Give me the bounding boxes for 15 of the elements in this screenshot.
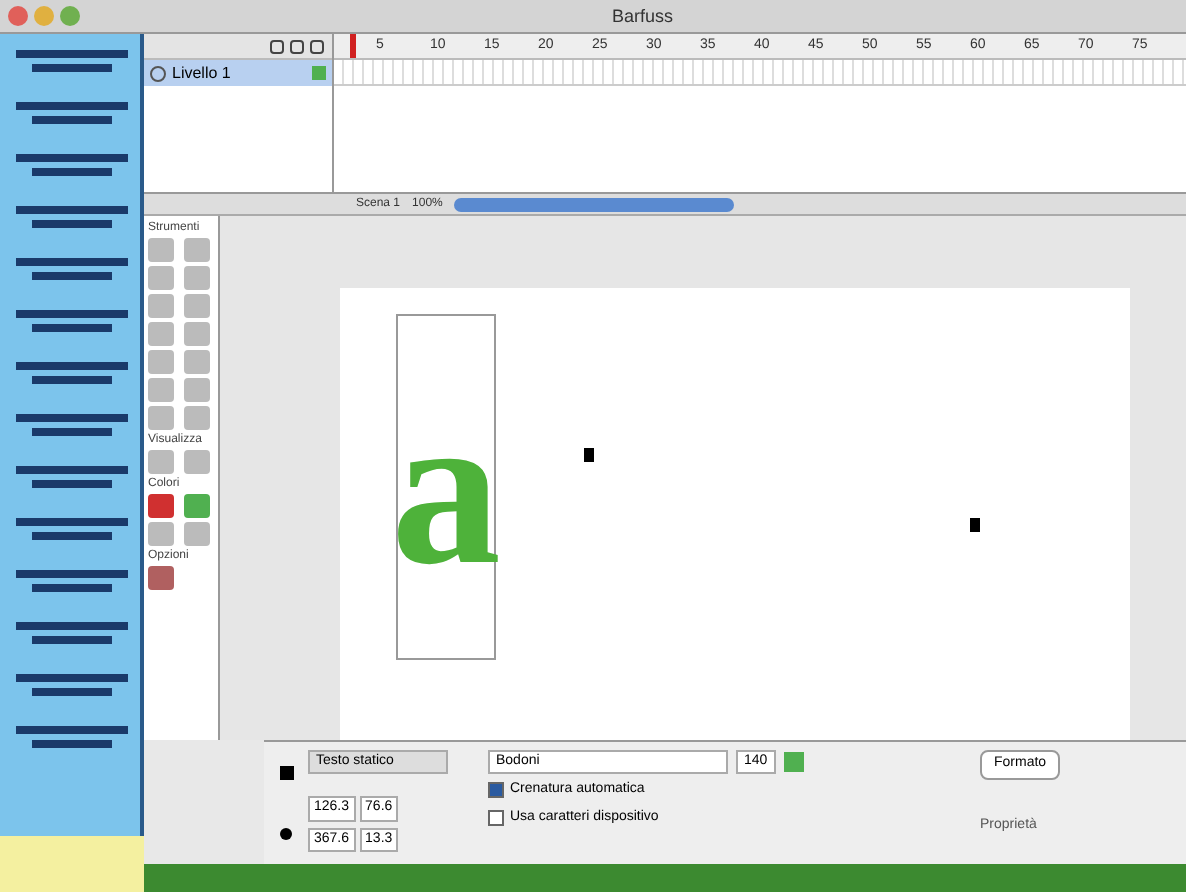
stroke-color-icon[interactable] [148, 494, 174, 518]
horizontal-scrollbar[interactable] [454, 197, 735, 211]
playhead-icon[interactable] [350, 34, 356, 58]
note-block [0, 836, 144, 864]
checkbox[interactable] [488, 809, 504, 826]
window-title: Barfuss [612, 4, 674, 30]
fill-color-icon[interactable] [183, 494, 209, 518]
note-block [0, 864, 144, 892]
checkbox[interactable] [488, 782, 504, 799]
text-color-swatch[interactable] [783, 752, 804, 772]
layer-row[interactable]: Livello 1 [144, 60, 332, 86]
layer-color-icon [312, 66, 326, 80]
layer-name: Livello 1 [172, 61, 233, 85]
stage-glyph: a [391, 377, 501, 597]
layer-icon [150, 65, 166, 81]
